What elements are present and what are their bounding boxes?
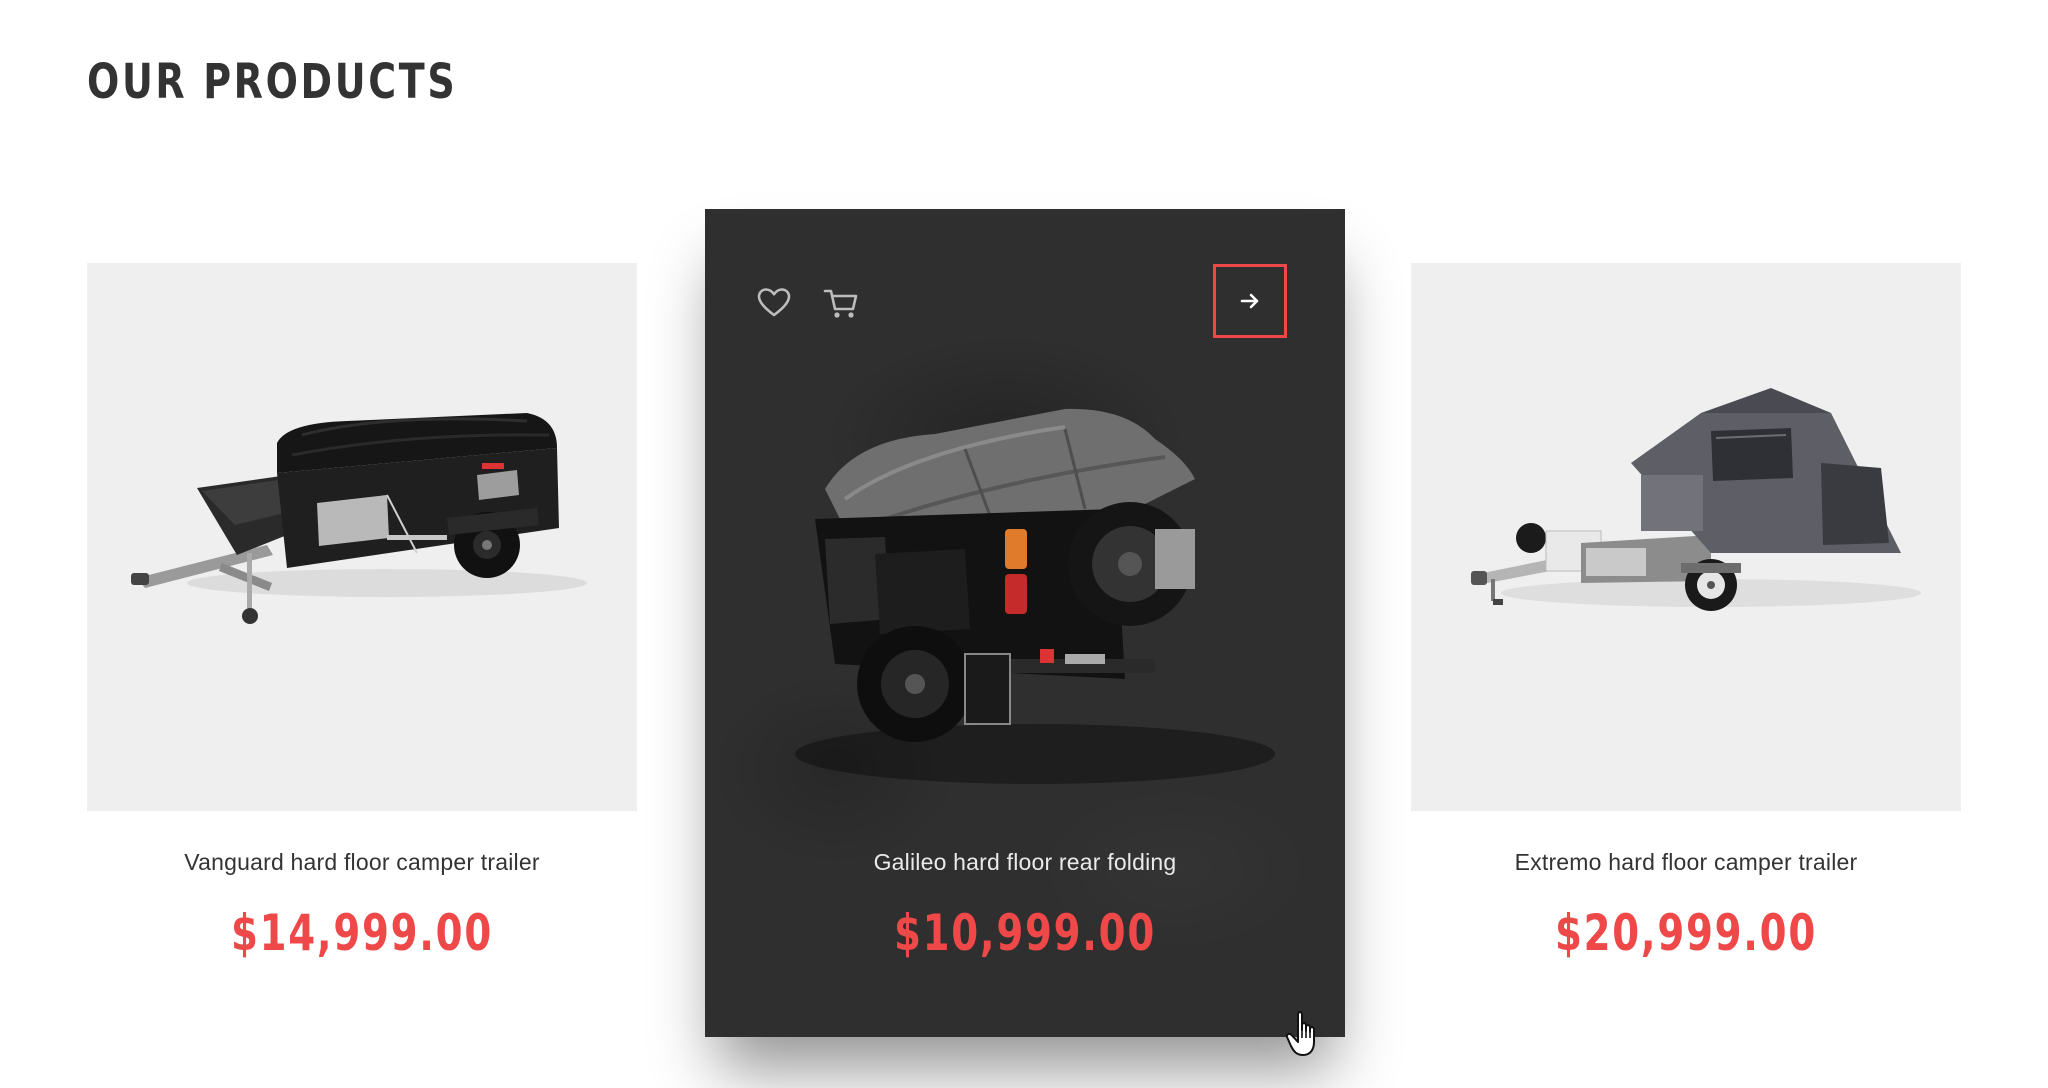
camper-trailer-tent-image [1471, 388, 1921, 611]
section-title: OUR PRODUCTS [87, 54, 458, 110]
product-price: $20,999.00 [1555, 904, 1817, 962]
cart-icon[interactable] [823, 287, 859, 321]
pointer-hand-icon [1285, 1010, 1325, 1060]
product-image-galileo[interactable] [765, 379, 1285, 799]
arrow-right-icon [1240, 293, 1259, 309]
product-name[interactable]: Vanguard hard floor camper trailer [87, 847, 637, 877]
camper-trailer-covered-image [131, 413, 587, 624]
view-details-button[interactable] [1213, 264, 1287, 338]
product-card-galileo[interactable]: Galileo hard floor rear folding $10,999.… [705, 209, 1345, 1037]
product-price: $10,999.00 [894, 904, 1156, 962]
product-card-extremo[interactable]: Extremo hard floor camper trailer $20,99… [1411, 263, 1961, 962]
heart-icon[interactable] [757, 287, 791, 319]
product-card-vanguard[interactable]: Vanguard hard floor camper trailer $14,9… [87, 263, 637, 962]
rear-folding-trailer-image [795, 408, 1275, 784]
product-name[interactable]: Extremo hard floor camper trailer [1411, 847, 1961, 877]
product-name[interactable]: Galileo hard floor rear folding [705, 847, 1345, 877]
product-price: $14,999.00 [231, 904, 493, 962]
product-image-extremo[interactable] [1411, 263, 1961, 811]
product-image-vanguard[interactable] [87, 263, 637, 811]
